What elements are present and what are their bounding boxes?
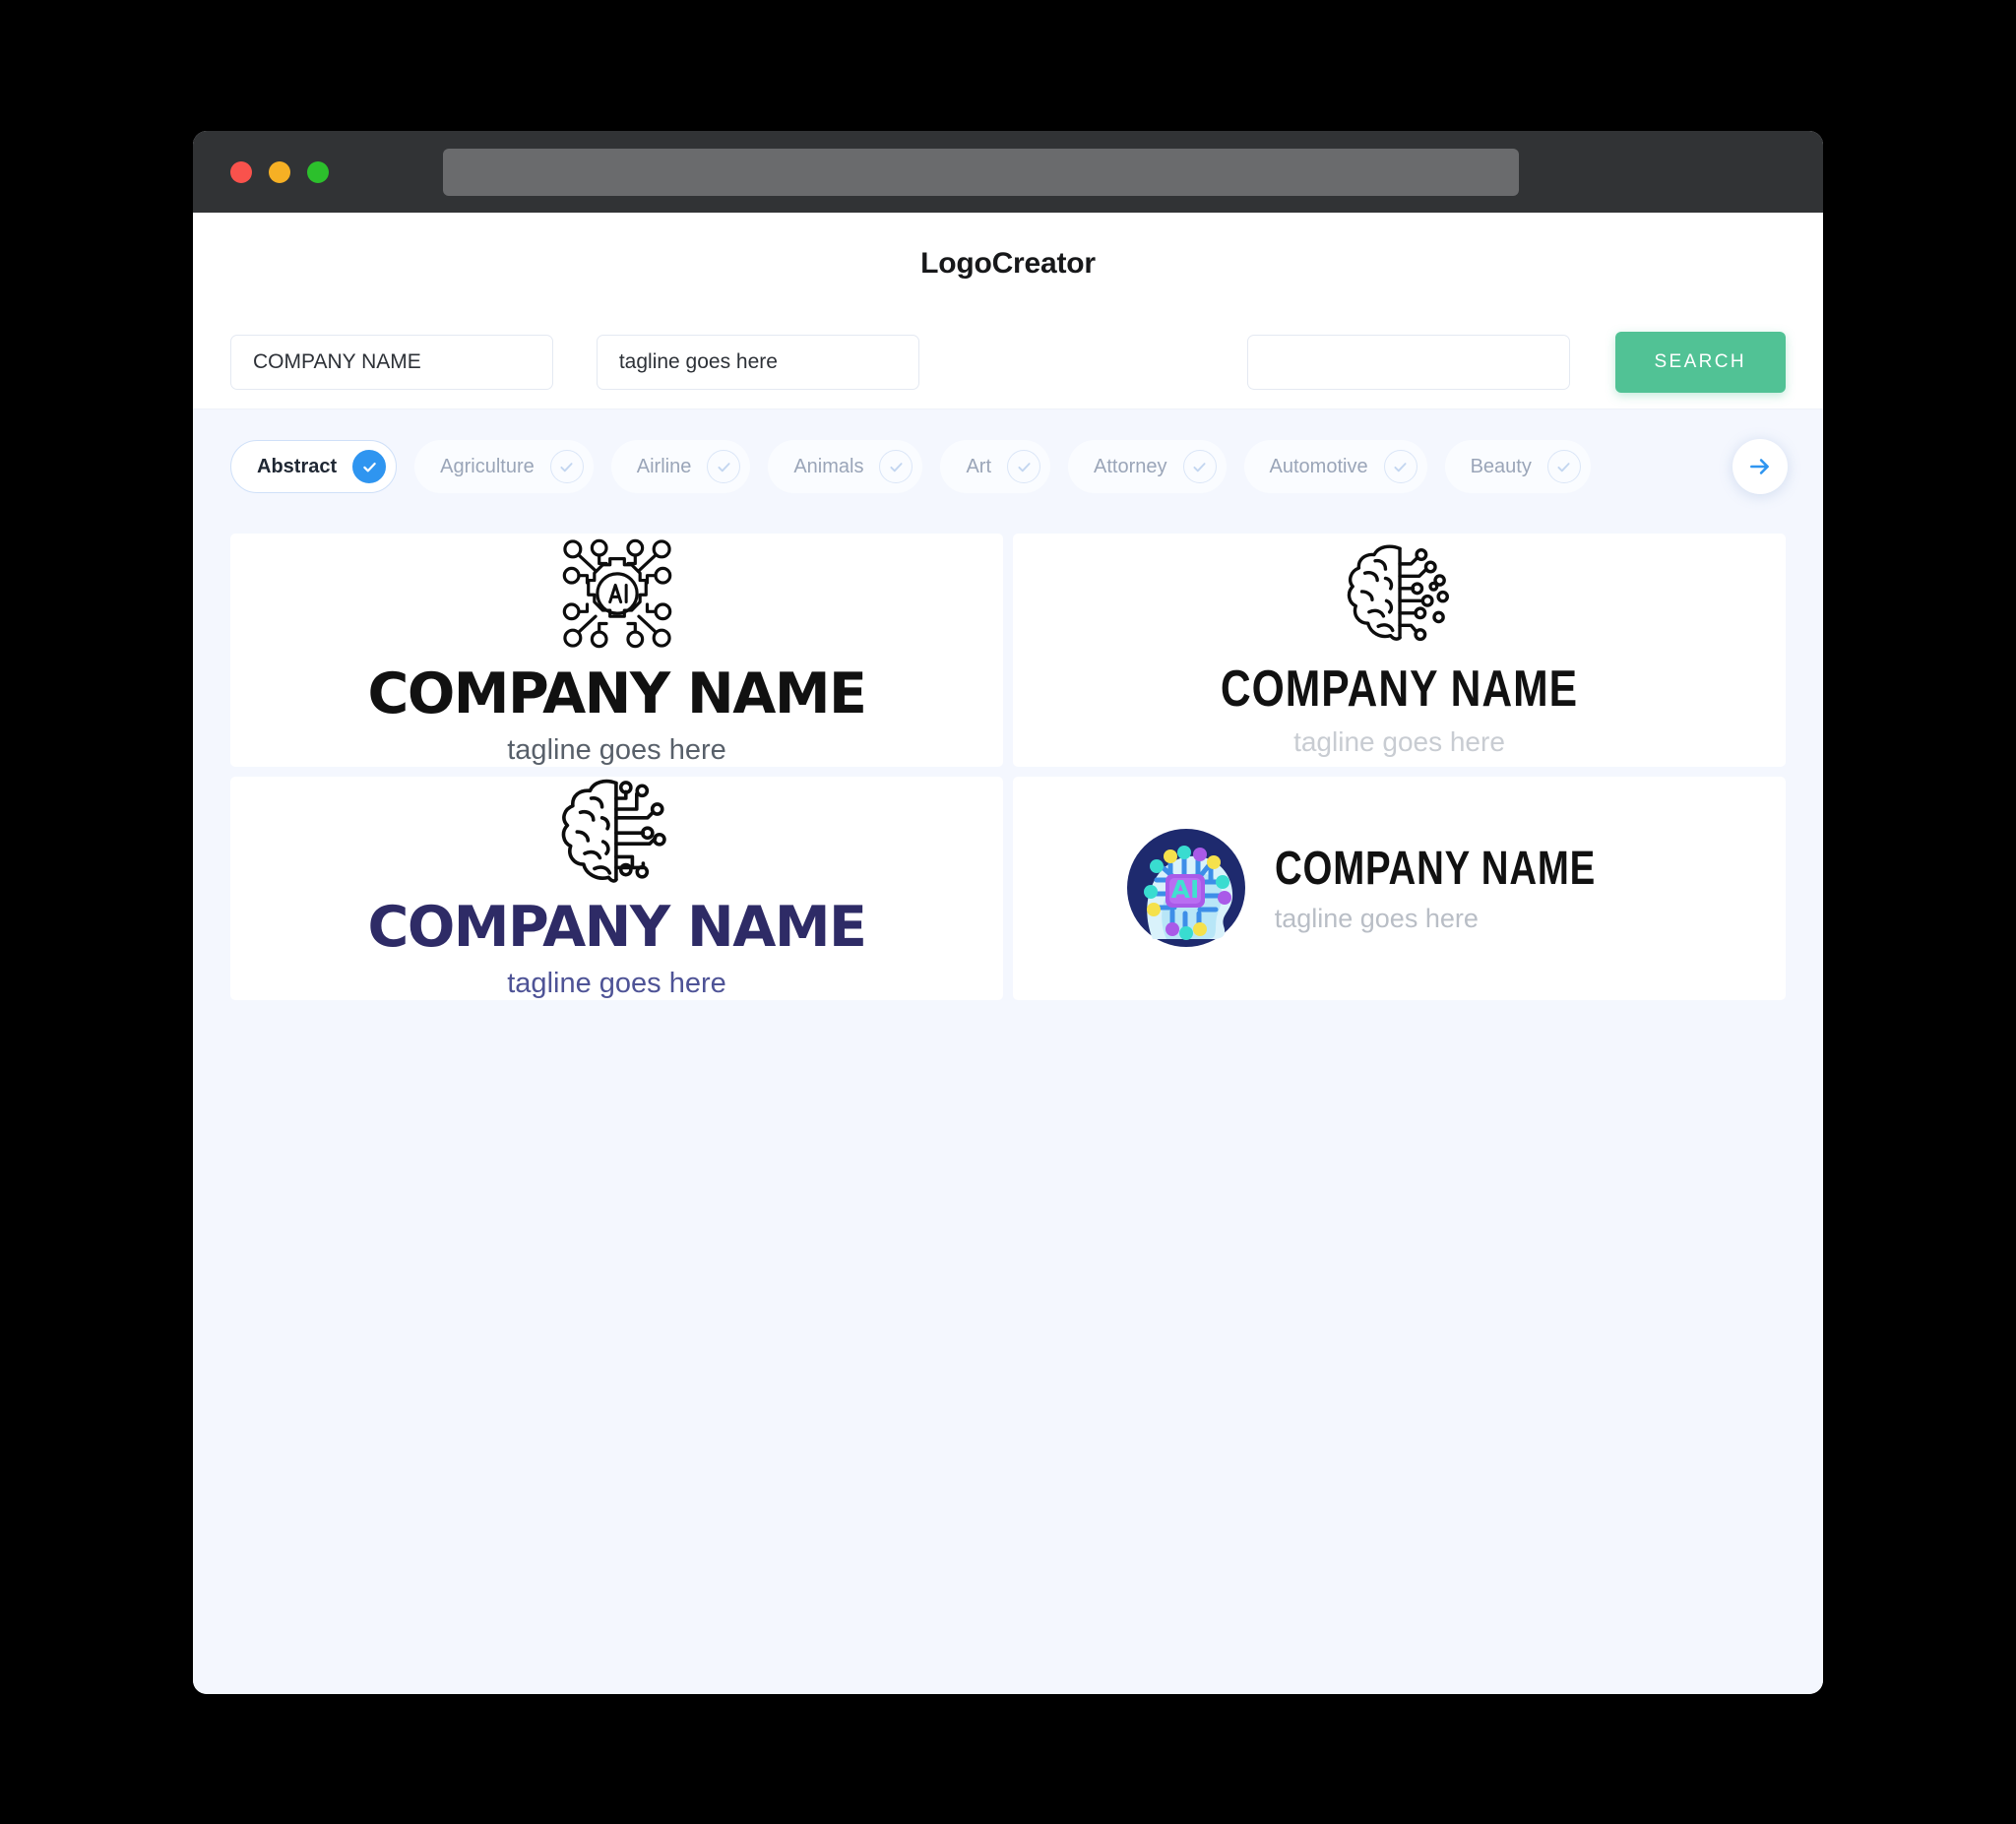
check-icon xyxy=(549,450,584,483)
logo-company-name: COMPANY NAME xyxy=(367,661,867,726)
logo-tagline: tagline goes here xyxy=(1274,904,1479,934)
close-window-button[interactable] xyxy=(230,160,252,183)
category-chip-label: Abstract xyxy=(257,455,338,477)
category-chip-agriculture[interactable]: Agriculture xyxy=(414,440,594,493)
category-chip-art[interactable]: Art xyxy=(940,440,1051,493)
search-toolbar: SEARCH xyxy=(193,315,1823,409)
category-chip-animals[interactable]: Animals xyxy=(768,440,923,493)
category-chip-label: Animals xyxy=(793,455,864,477)
check-icon xyxy=(1007,450,1041,483)
category-chip-label: Agriculture xyxy=(440,455,535,477)
address-bar[interactable] xyxy=(443,149,1519,196)
minimize-window-button[interactable] xyxy=(269,160,290,183)
company-name-input[interactable] xyxy=(230,334,553,390)
logo-card[interactable]: COMPANY NAME tagline goes here xyxy=(230,776,1003,1000)
logo-card[interactable]: COMPANY NAME tagline goes here xyxy=(1013,534,1786,767)
brain-circuit-icon xyxy=(556,777,678,885)
category-chip-label: Automotive xyxy=(1269,455,1368,477)
category-filter-bar: Abstract Agriculture Airline Animals Art xyxy=(193,409,1823,524)
category-chip-label: Attorney xyxy=(1094,455,1167,477)
logo-tagline: tagline goes here xyxy=(507,733,726,766)
check-icon xyxy=(1546,450,1581,483)
category-chip-airline[interactable]: Airline xyxy=(610,440,751,493)
browser-titlebar xyxy=(193,131,1823,213)
ai-gear-network-icon xyxy=(557,534,677,654)
ai-head-chip-icon: AI xyxy=(1126,829,1245,948)
app-header: LogoCreator xyxy=(193,213,1823,315)
logo-company-name: COMPANY NAME xyxy=(1274,843,1596,896)
keyword-input[interactable] xyxy=(1246,334,1570,390)
check-icon xyxy=(879,450,914,483)
traffic-light-group xyxy=(230,160,329,183)
search-button[interactable]: SEARCH xyxy=(1614,331,1786,393)
logo-tagline: tagline goes here xyxy=(1293,726,1505,758)
category-chip-label: Art xyxy=(966,455,992,477)
logo-card[interactable]: AI COMPANY NAME tagline goes here xyxy=(1013,776,1786,1000)
browser-window: LogoCreator SEARCH Abstract Agriculture … xyxy=(193,131,1823,1694)
svg-text:AI: AI xyxy=(1170,875,1199,904)
category-chip-attorney[interactable]: Attorney xyxy=(1068,440,1227,493)
logo-company-name: COMPANY NAME xyxy=(1220,660,1579,719)
check-icon xyxy=(352,450,387,483)
category-chip-label: Beauty xyxy=(1470,455,1532,477)
check-icon xyxy=(707,450,741,483)
check-icon xyxy=(1383,450,1418,483)
tagline-input[interactable] xyxy=(596,334,919,390)
category-chip-beauty[interactable]: Beauty xyxy=(1444,440,1591,493)
maximize-window-button[interactable] xyxy=(307,160,329,183)
category-chip-abstract[interactable]: Abstract xyxy=(230,440,398,493)
category-chip-label: Airline xyxy=(636,455,692,477)
logo-tagline: tagline goes here xyxy=(507,967,726,999)
categories-next-arrow-icon[interactable] xyxy=(1732,439,1788,494)
brain-circuit-icon xyxy=(1341,541,1457,644)
app-title: LogoCreator xyxy=(920,247,1096,280)
logo-card[interactable]: COMPANY NAME tagline goes here xyxy=(230,534,1003,767)
check-icon xyxy=(1182,450,1217,483)
category-chip-automotive[interactable]: Automotive xyxy=(1243,440,1427,493)
logo-results-grid: COMPANY NAME tagline goes here COMPANY N… xyxy=(193,524,1823,1694)
logo-company-name: COMPANY NAME xyxy=(367,894,867,960)
